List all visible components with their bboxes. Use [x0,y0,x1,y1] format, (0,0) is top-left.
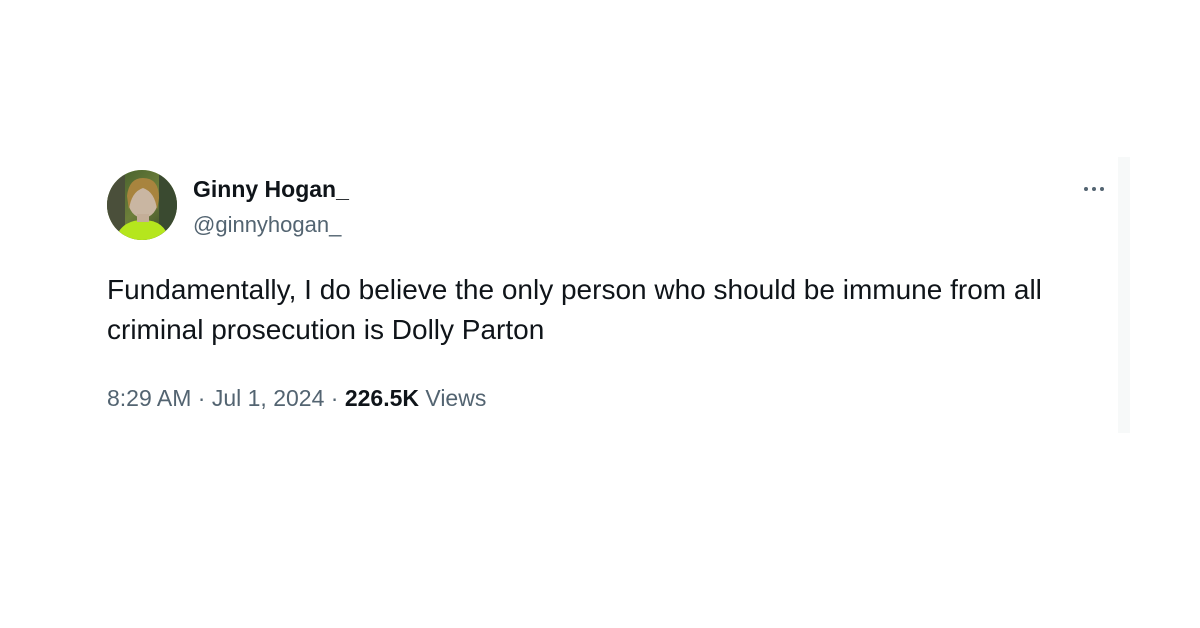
meta-separator: · [324,385,345,411]
tweet-meta: 8:29 AM · Jul 1, 2024 · 226.5K Views [107,384,486,412]
avatar-photo-icon [107,170,177,240]
more-options-button[interactable] [1076,177,1112,201]
author-display-name[interactable]: Ginny Hogan_ [193,176,349,202]
views-count: 226.5K [344,385,419,411]
tweet-text: Fundamentally, I do believe the only per… [107,274,1042,345]
tweet-date[interactable]: Jul 1, 2024 [212,385,325,411]
more-horizontal-icon [1084,187,1088,191]
more-horizontal-icon [1100,187,1104,191]
meta-separator: · [191,385,212,411]
views-label: Views [419,385,487,411]
tweet-time[interactable]: 8:29 AM [107,385,191,411]
more-horizontal-icon [1092,187,1096,191]
author-handle[interactable]: @ginnyhogan_ [193,212,341,238]
avatar[interactable] [107,170,177,240]
